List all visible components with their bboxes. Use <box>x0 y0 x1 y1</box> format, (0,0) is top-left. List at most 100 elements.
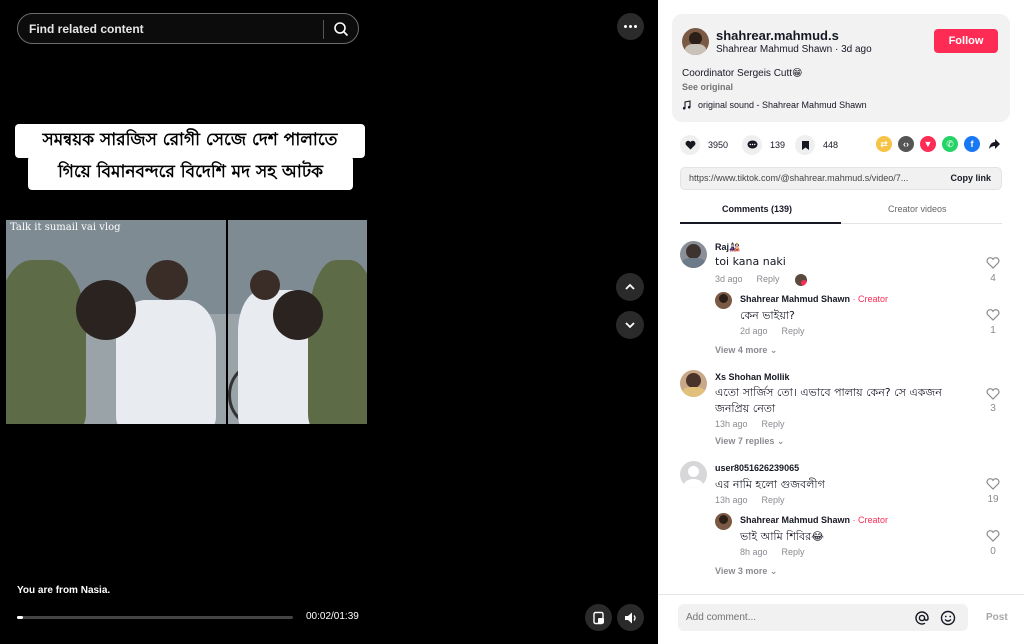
emoji-icon[interactable] <box>940 610 956 626</box>
whatsapp-icon[interactable]: ✆ <box>942 136 958 152</box>
author-avatar[interactable] <box>682 28 709 55</box>
video-description: Coordinator Sergeis Cutt😁 <box>682 68 803 79</box>
heart-outline-icon[interactable] <box>986 530 1000 542</box>
author-username[interactable]: shahrear.mahmud.s <box>716 28 839 43</box>
comment-count: 139 <box>770 140 786 150</box>
comment-author[interactable]: user8051626239065 <box>715 463 799 473</box>
chevron-down-icon <box>625 322 635 329</box>
follow-button[interactable]: Follow <box>934 29 998 53</box>
creator-badge: · Creator <box>852 515 889 525</box>
tabs: Comments (139) Creator videos <box>680 198 1002 224</box>
more-options-button[interactable] <box>617 13 644 40</box>
avatar[interactable] <box>715 513 732 530</box>
comment-meta: 8h ago Reply <box>740 547 819 557</box>
repost-icon[interactable]: ⇄ <box>876 136 892 152</box>
comment-meta: 3d ago Reply <box>715 274 794 284</box>
video-time: 00:02/01:39 <box>306 611 359 622</box>
share-url[interactable]: https://www.tiktok.com/@shahrear.mahmud.… <box>689 173 908 183</box>
comment-time: 3d ago <box>715 274 743 284</box>
reply-button[interactable]: Reply <box>782 547 805 557</box>
sound-link[interactable]: original sound - Shahrear Mahmud Shawn <box>682 100 867 110</box>
post-button[interactable]: Post <box>986 612 1008 623</box>
share-arrow-icon[interactable] <box>986 136 1002 152</box>
bookmark-icon[interactable] <box>795 135 815 155</box>
comment-text: এর নামি হলো গুজবলীগ <box>715 478 825 491</box>
facebook-icon[interactable]: f <box>964 136 980 152</box>
previous-video-button[interactable] <box>616 273 644 301</box>
comment-time: 13h ago <box>715 419 748 429</box>
sound-label: original sound - Shahrear Mahmud Shawn <box>698 100 867 110</box>
comment-meta: 2d ago Reply <box>740 326 819 336</box>
comment-time: 2d ago <box>740 326 768 336</box>
video-pane: Find related content সমন্বয়ক সারজিস রোগ… <box>0 0 658 644</box>
comment-time: 8h ago <box>740 547 768 557</box>
search-box[interactable]: Find related content <box>17 13 359 44</box>
video-frame-left[interactable]: Talk it sumail vai vlog <box>6 220 226 424</box>
video-progress-bar[interactable] <box>17 616 293 619</box>
heart-outline-icon[interactable] <box>986 257 1000 269</box>
heart-icon[interactable] <box>680 135 700 155</box>
like-count: 3950 <box>708 140 729 150</box>
comment-bar: Post <box>658 594 1024 644</box>
tab-comments[interactable]: Comments (139) <box>722 204 792 214</box>
share-link-row: https://www.tiktok.com/@shahrear.mahmud.… <box>680 167 1002 190</box>
comment-text: কেন ভাইয়া? <box>740 309 795 322</box>
author-subline: Shahrear Mahmud Shawn · 3d ago <box>716 44 872 55</box>
avatar[interactable] <box>715 292 732 309</box>
author-card: shahrear.mahmud.s Shahrear Mahmud Shawn … <box>672 14 1010 122</box>
reply-button[interactable]: Reply <box>782 326 805 336</box>
comment-meta: 13h ago Reply <box>715 495 799 505</box>
side-pane: shahrear.mahmud.s Shahrear Mahmud Shawn … <box>658 0 1024 644</box>
comment-text: toi kana naki <box>715 255 786 268</box>
video-caption-line-1: সমন্বয়ক সারজিস রোগী সেজে দেশ পালাতে <box>15 124 365 158</box>
post-time: 3d ago <box>841 44 872 55</box>
comment-icon[interactable] <box>742 135 762 155</box>
search-input[interactable]: Find related content <box>29 22 144 36</box>
save-count: 448 <box>823 140 839 150</box>
pip-button[interactable] <box>585 604 612 631</box>
tab-creator-videos[interactable]: Creator videos <box>888 204 947 214</box>
comment-like-count: 4 <box>990 273 996 284</box>
avatar[interactable] <box>680 461 707 488</box>
video-frame-right[interactable] <box>228 220 367 424</box>
volume-button[interactable] <box>617 604 644 631</box>
heart-outline-icon[interactable] <box>986 388 1000 400</box>
chevron-up-icon <box>625 283 635 290</box>
comment-text: ভাই আমি শিবির😂 <box>740 530 825 543</box>
embed-icon[interactable]: ‹› <box>898 136 914 152</box>
comment-stat[interactable]: 139 <box>742 135 785 155</box>
comment-like-count: 3 <box>990 403 996 414</box>
heart-outline-icon[interactable] <box>986 478 1000 490</box>
volume-icon <box>624 612 636 623</box>
mention-icon[interactable] <box>914 610 930 626</box>
video-watermark: Talk it sumail vai vlog <box>10 222 121 233</box>
reply-button[interactable]: Reply <box>757 274 780 284</box>
heart-outline-icon[interactable] <box>986 309 1000 321</box>
save-stat[interactable]: 448 <box>795 135 838 155</box>
view-more-replies[interactable]: View 4 more ⌄ <box>715 345 777 356</box>
comment-author[interactable]: Raj🎎 <box>715 242 740 253</box>
author-display-name: Shahrear Mahmud Shawn <box>716 44 833 55</box>
active-tab-indicator <box>680 222 841 224</box>
search-divider <box>323 20 324 39</box>
comment-author[interactable]: Xs Shohan Mollik <box>715 372 790 382</box>
comment-time: 13h ago <box>715 495 748 505</box>
search-icon[interactable] <box>332 20 350 38</box>
reply-button[interactable]: Reply <box>762 495 785 505</box>
next-video-button[interactable] <box>616 311 644 339</box>
comment-text-line-2: জনপ্রিয় নেতা <box>715 402 776 415</box>
send-icon[interactable]: ▼ <box>920 136 936 152</box>
avatar[interactable] <box>680 241 707 268</box>
comment-like-count: 1 <box>990 325 996 336</box>
see-original-link[interactable]: See original <box>682 82 733 92</box>
comment-meta: 13h ago Reply <box>715 419 799 429</box>
reply-button[interactable]: Reply <box>762 419 785 429</box>
like-stat[interactable]: 3950 <box>680 135 728 155</box>
comment-author[interactable]: Shahrear Mahmud Shawn · Creator <box>740 515 888 525</box>
copy-link-button[interactable]: Copy link <box>950 173 991 183</box>
view-more-replies[interactable]: View 7 replies ⌄ <box>715 436 784 447</box>
avatar[interactable] <box>680 370 707 397</box>
view-more-replies[interactable]: View 3 more ⌄ <box>715 566 777 577</box>
creator-liked-avatar <box>795 274 807 286</box>
comment-author[interactable]: Shahrear Mahmud Shawn · Creator <box>740 294 888 304</box>
